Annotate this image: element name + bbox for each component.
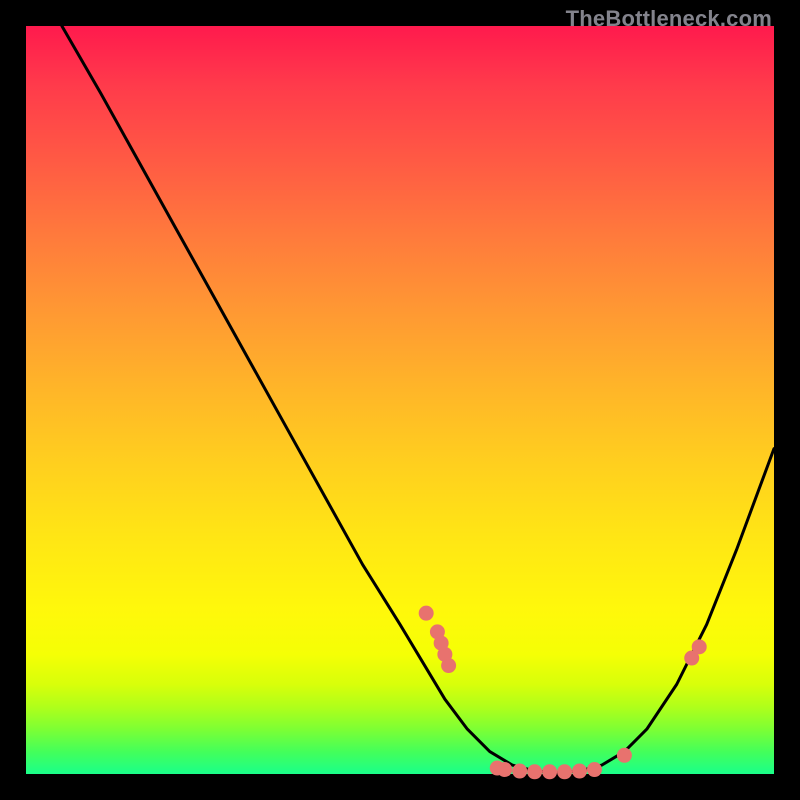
data-marker [543, 765, 557, 779]
chart-svg [0, 0, 800, 800]
data-markers [419, 606, 706, 779]
chart-container: TheBottleneck.com [0, 0, 800, 800]
data-marker [419, 606, 433, 620]
data-marker [617, 748, 631, 762]
data-marker [573, 764, 587, 778]
data-marker [558, 765, 572, 779]
data-marker [498, 763, 512, 777]
data-marker [587, 763, 601, 777]
curve-line [62, 26, 774, 773]
data-marker [528, 765, 542, 779]
data-marker [513, 764, 527, 778]
data-marker [692, 640, 706, 654]
data-marker [442, 659, 456, 673]
